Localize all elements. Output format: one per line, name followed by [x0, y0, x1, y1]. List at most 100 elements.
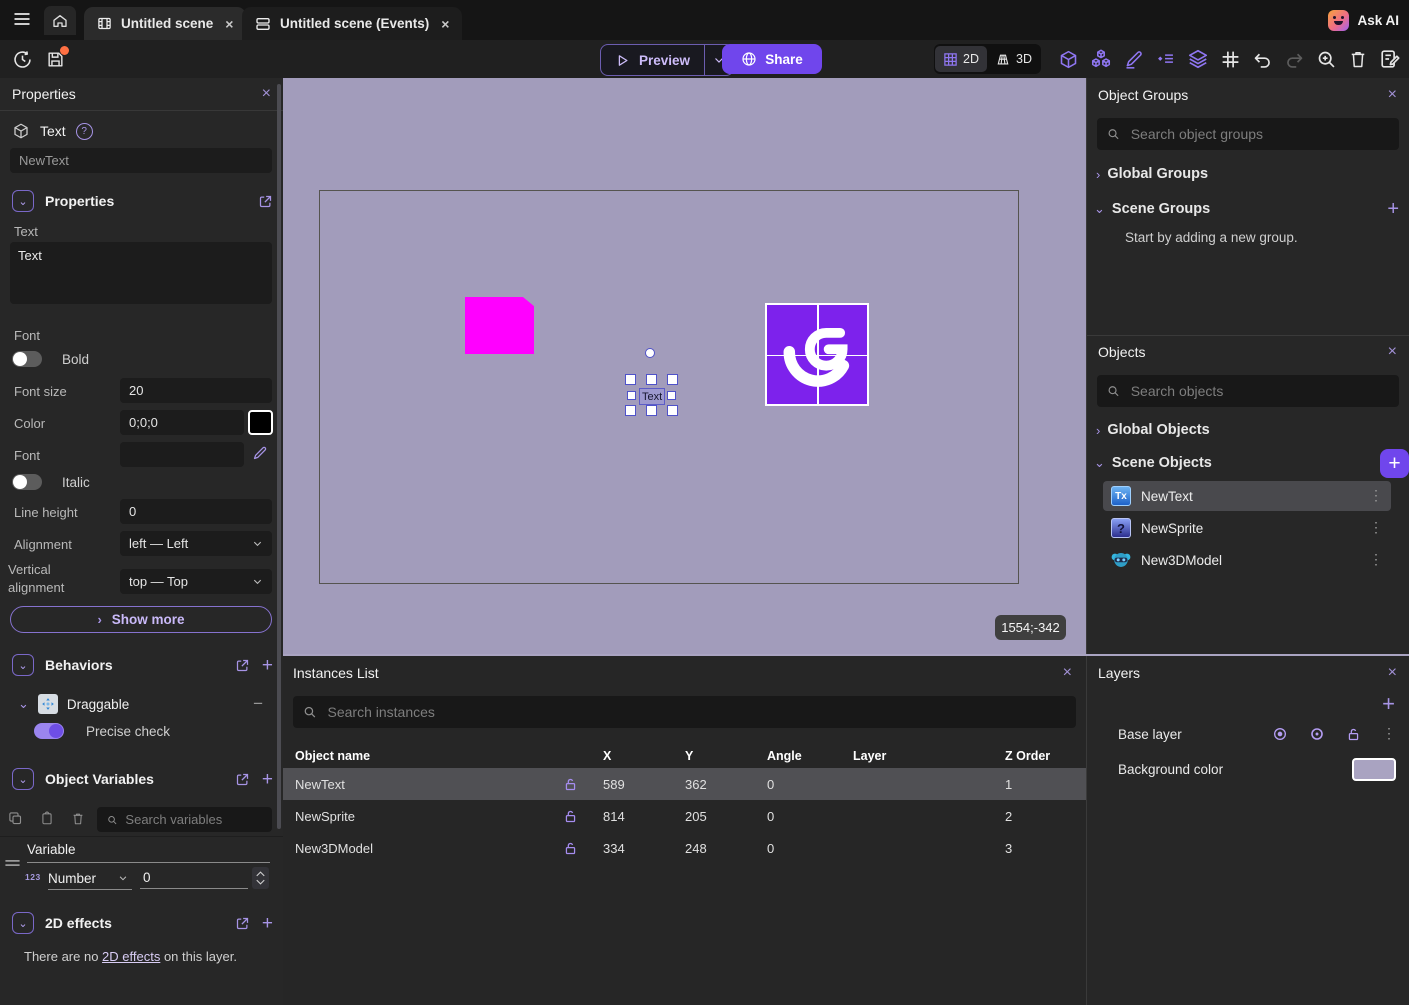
precise-check-toggle[interactable] — [34, 723, 64, 739]
panel-resize-divider[interactable] — [283, 654, 1409, 656]
variable-value-field[interactable]: 0 — [140, 867, 248, 889]
scene-canvas[interactable]: Text 1554;-342 — [283, 78, 1086, 656]
add-object-button[interactable]: + — [1380, 449, 1409, 478]
objects-search-input[interactable] — [1129, 382, 1389, 400]
instance-new3dmodel-placeholder[interactable] — [465, 297, 534, 354]
vertical-alignment-select[interactable]: top — Top — [120, 569, 272, 594]
instance-y[interactable]: 205 — [685, 809, 767, 824]
properties-close-icon[interactable]: × — [262, 86, 271, 102]
zoom-in-icon[interactable] — [1316, 49, 1337, 70]
redo-icon[interactable] — [1284, 49, 1305, 70]
layer-visibility-icon[interactable] — [1309, 726, 1325, 742]
tab-scene[interactable]: Untitled scene × — [84, 7, 246, 40]
variable-drag-handle[interactable] — [4, 858, 21, 868]
table-row[interactable]: New3DModel 334 248 0 3 — [283, 832, 1086, 864]
variable-type-select[interactable]: Number — [48, 867, 132, 890]
add-effect-icon[interactable]: + — [262, 914, 273, 933]
color-swatch[interactable] — [248, 410, 273, 435]
bold-toggle[interactable] — [12, 351, 42, 367]
active-layer-radio-icon[interactable] — [1272, 726, 1288, 742]
layer-lock-open-icon[interactable] — [1346, 727, 1361, 742]
alignment-select[interactable]: left — Left — [120, 531, 272, 556]
delete-trash-icon[interactable] — [1348, 49, 1368, 69]
panel-scrollbar[interactable] — [277, 84, 281, 829]
add-group-icon[interactable]: + — [1387, 199, 1399, 219]
lock-open-icon[interactable] — [563, 777, 603, 792]
scene-objects-row[interactable]: ⌄ Scene Objects — [1094, 455, 1212, 471]
layers-close-icon[interactable]: × — [1388, 664, 1397, 682]
resize-handle-ne[interactable] — [667, 374, 678, 385]
instance-newsprite-gdevelop-logo[interactable] — [765, 303, 869, 406]
tab-scene-close-icon[interactable]: × — [225, 16, 233, 32]
col-z-order[interactable]: Z Order — [1005, 749, 1086, 763]
instance-angle[interactable]: 0 — [767, 777, 853, 792]
object-name-input[interactable] — [10, 148, 272, 173]
global-groups-row[interactable]: › Global Groups — [1096, 166, 1208, 182]
mode-3d-button[interactable]: 3D — [987, 46, 1040, 72]
open-external-icon[interactable] — [258, 194, 273, 209]
add-layer-icon[interactable]: + — [1382, 693, 1395, 715]
resize-handle-n[interactable] — [646, 374, 657, 385]
font-input[interactable] — [120, 442, 244, 467]
layer-menu-kebab-icon[interactable]: ⋮ — [1382, 731, 1396, 737]
collapse-behaviors-icon[interactable]: ⌄ — [12, 654, 34, 676]
ask-ai-button[interactable]: Ask AI — [1328, 0, 1399, 40]
line-height-input[interactable] — [120, 499, 272, 524]
save-button[interactable] — [46, 50, 65, 69]
open-external-icon[interactable] — [235, 916, 250, 931]
help-icon[interactable]: ? — [76, 123, 93, 140]
scene-groups-row[interactable]: ⌄ Scene Groups + — [1094, 199, 1399, 219]
home-button[interactable] — [44, 6, 76, 35]
add-object-icon[interactable] — [1058, 49, 1079, 70]
paste-variable-icon[interactable] — [40, 811, 54, 826]
undo-icon[interactable] — [1252, 49, 1273, 70]
list-item[interactable]: New3DModel ⋮ — [1103, 545, 1391, 575]
resize-handle-sw[interactable] — [625, 405, 636, 416]
background-color-swatch[interactable] — [1352, 758, 1396, 781]
col-object-name[interactable]: Object name — [295, 749, 563, 763]
lock-open-icon[interactable] — [563, 809, 603, 824]
object-menu-kebab-icon[interactable]: ⋮ — [1369, 493, 1383, 499]
scene-properties-icon[interactable] — [1379, 48, 1401, 70]
share-button[interactable]: Share — [722, 44, 822, 74]
tab-events-close-icon[interactable]: × — [441, 16, 449, 32]
edit-pencil-icon[interactable] — [1123, 49, 1144, 70]
lock-open-icon[interactable] — [563, 841, 603, 856]
instance-angle[interactable]: 0 — [767, 841, 853, 856]
instance-z[interactable]: 1 — [1005, 777, 1086, 792]
collapse-variables-icon[interactable]: ⌄ — [12, 768, 34, 790]
object-groups-search[interactable] — [1097, 118, 1399, 150]
instances-list-icon[interactable] — [1155, 49, 1176, 70]
instances-search[interactable] — [293, 696, 1076, 728]
table-row[interactable]: NewSprite 814 205 0 2 — [283, 800, 1086, 832]
resize-handle-se[interactable] — [667, 405, 678, 416]
base-layer-row[interactable]: Base layer ⋮ — [1118, 726, 1396, 742]
global-objects-row[interactable]: › Global Objects — [1096, 422, 1210, 438]
resize-handle-s[interactable] — [646, 405, 657, 416]
main-menu-icon[interactable] — [12, 9, 32, 29]
font-size-input[interactable] — [120, 378, 272, 403]
object-groups-search-input[interactable] — [1129, 125, 1389, 143]
list-item[interactable]: Tx NewText ⋮ — [1103, 481, 1391, 511]
object-groups-icon[interactable] — [1090, 48, 1112, 70]
color-value-input[interactable] — [120, 410, 244, 435]
instance-x[interactable]: 814 — [603, 809, 685, 824]
italic-toggle[interactable] — [12, 474, 42, 490]
instance-x[interactable]: 334 — [603, 841, 685, 856]
layers-icon[interactable] — [1187, 48, 1209, 70]
table-row[interactable]: NewText 589 362 0 1 — [283, 768, 1086, 800]
tab-events[interactable]: Untitled scene (Events) × — [242, 7, 462, 40]
resize-handle-w[interactable] — [627, 391, 636, 400]
mode-2d-button[interactable]: 2D — [935, 46, 987, 72]
instance-y[interactable]: 362 — [685, 777, 767, 792]
version-history-icon[interactable] — [12, 49, 33, 70]
objects-search[interactable] — [1097, 375, 1399, 407]
variable-value-stepper[interactable] — [252, 867, 269, 889]
rotation-handle[interactable] — [645, 348, 655, 358]
variables-search[interactable] — [97, 807, 272, 832]
instance-y[interactable]: 248 — [685, 841, 767, 856]
text-value-textarea[interactable]: Text — [10, 242, 272, 304]
col-layer[interactable]: Layer — [853, 749, 1005, 763]
add-variable-icon[interactable]: + — [262, 770, 273, 789]
collapse-effects-icon[interactable]: ⌄ — [12, 912, 34, 934]
